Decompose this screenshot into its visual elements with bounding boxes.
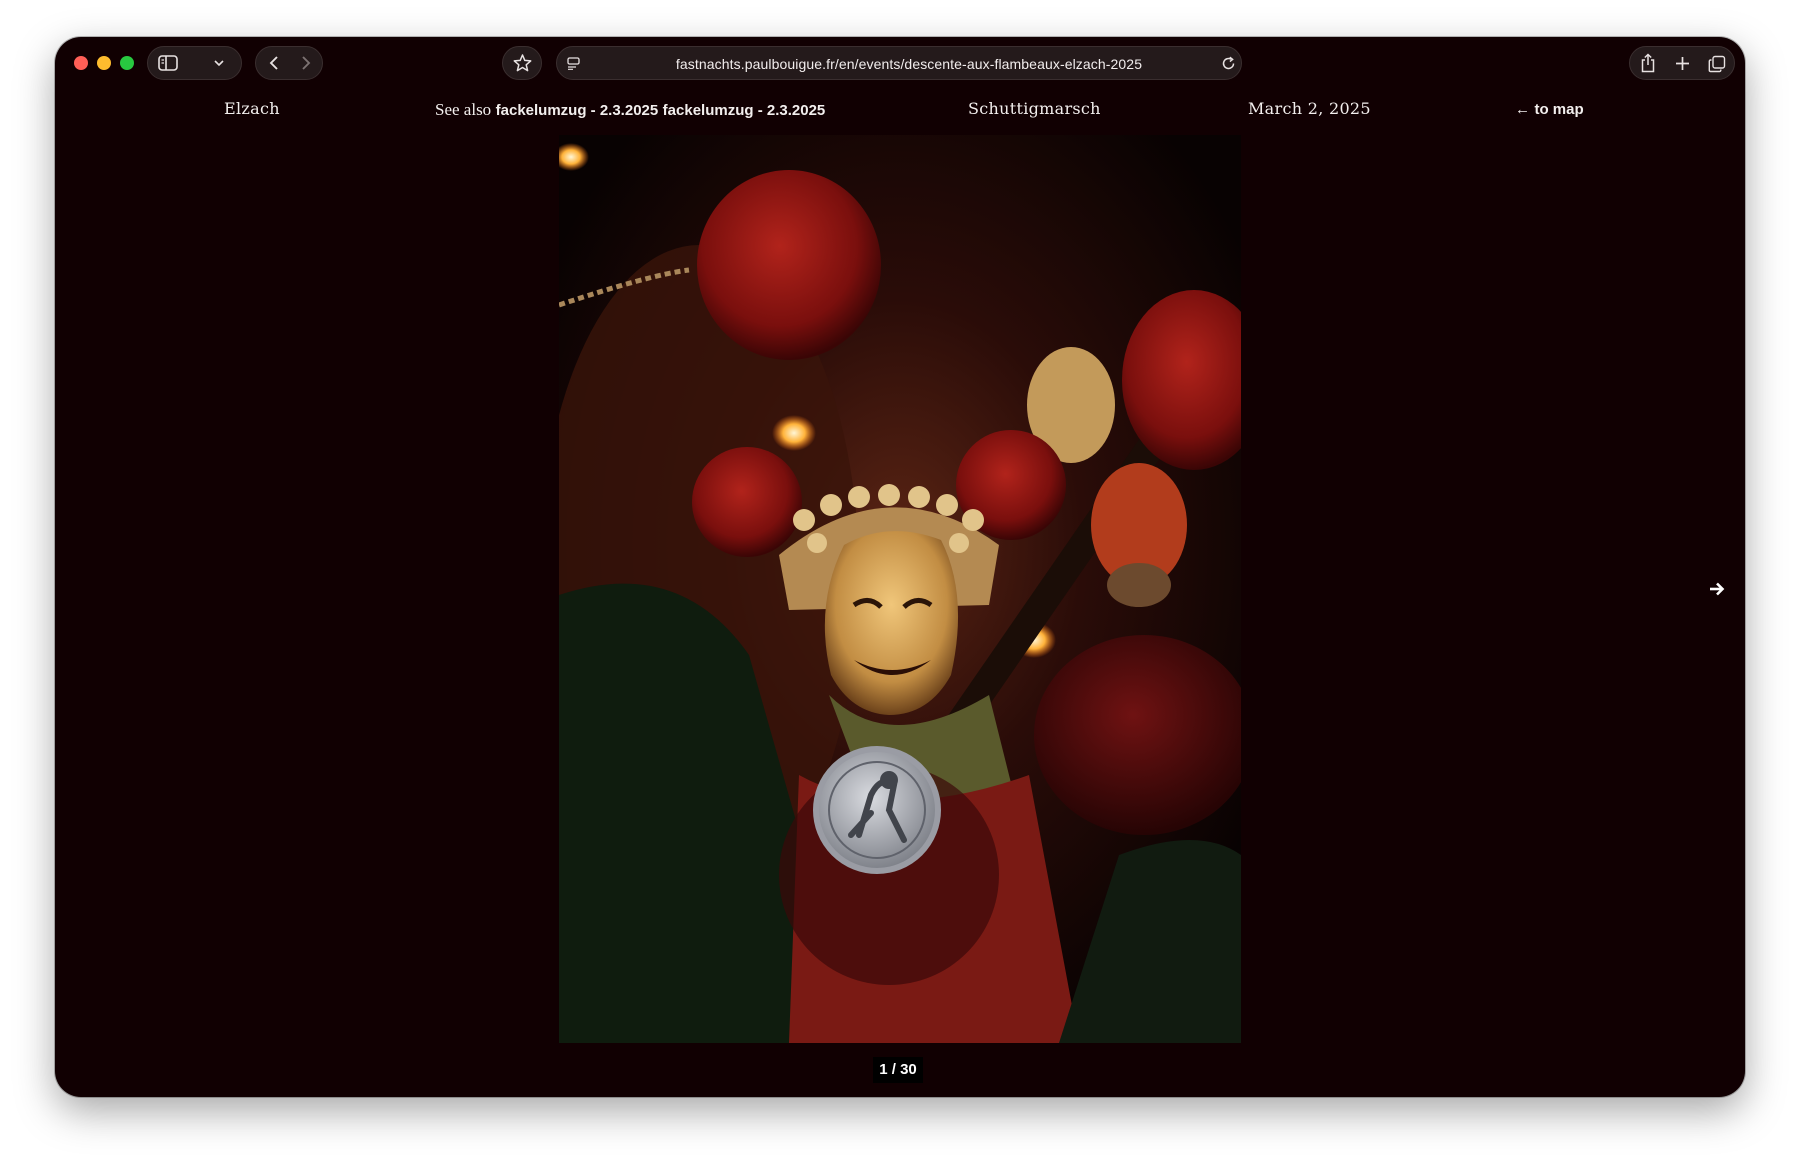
arrow-right-icon[interactable] <box>1709 582 1725 596</box>
window-actions-group <box>1629 46 1735 80</box>
url-text[interactable]: fastnachts.paulbouigue.fr/en/events/desc… <box>617 56 1201 72</box>
close-window-button[interactable] <box>74 56 88 70</box>
minimize-window-button[interactable] <box>97 56 111 70</box>
see-also: See also fackelumzug - 2.3.2025 fackelum… <box>435 100 825 120</box>
browser-window: fastnachts.paulbouigue.fr/en/events/desc… <box>55 37 1745 1097</box>
see-also-label: See also <box>435 100 492 119</box>
sidebar-icon[interactable] <box>158 55 178 71</box>
group-name: Schuttigmarsch <box>968 99 1101 118</box>
tabs-icon[interactable] <box>1708 55 1726 73</box>
forward-arrow-icon[interactable] <box>300 55 312 71</box>
location-label: Elzach <box>224 99 280 118</box>
address-bar[interactable]: fastnachts.paulbouigue.fr/en/events/desc… <box>556 46 1242 80</box>
zoom-window-button[interactable] <box>120 56 134 70</box>
to-map-label: to map <box>1534 101 1584 118</box>
chevron-down-icon[interactable] <box>214 59 224 67</box>
arrow-left-icon: ← <box>1515 102 1530 118</box>
see-also-link-2[interactable]: fackelumzug - 2.3.2025 <box>663 102 826 119</box>
sidebar-toggle-group <box>147 46 242 80</box>
bookmark-button[interactable] <box>502 46 542 80</box>
gallery-photo[interactable] <box>559 135 1241 1043</box>
photo-counter: 1 / 30 <box>873 1057 923 1083</box>
plus-icon[interactable] <box>1675 56 1690 71</box>
carnival-mask-photo <box>559 135 1241 1043</box>
reader-icon[interactable] <box>567 57 581 70</box>
share-icon[interactable] <box>1640 53 1656 73</box>
star-icon <box>513 54 532 72</box>
back-arrow-icon[interactable] <box>268 55 280 71</box>
reload-icon[interactable] <box>1221 56 1236 71</box>
event-date: March 2, 2025 <box>1248 99 1371 118</box>
browser-toolbar: fastnachts.paulbouigue.fr/en/events/desc… <box>55 37 1745 87</box>
navigation-group <box>255 46 323 80</box>
to-map-link[interactable]: ← to map <box>1515 101 1584 119</box>
see-also-link-1[interactable]: fackelumzug - 2.3.2025 <box>496 102 659 119</box>
